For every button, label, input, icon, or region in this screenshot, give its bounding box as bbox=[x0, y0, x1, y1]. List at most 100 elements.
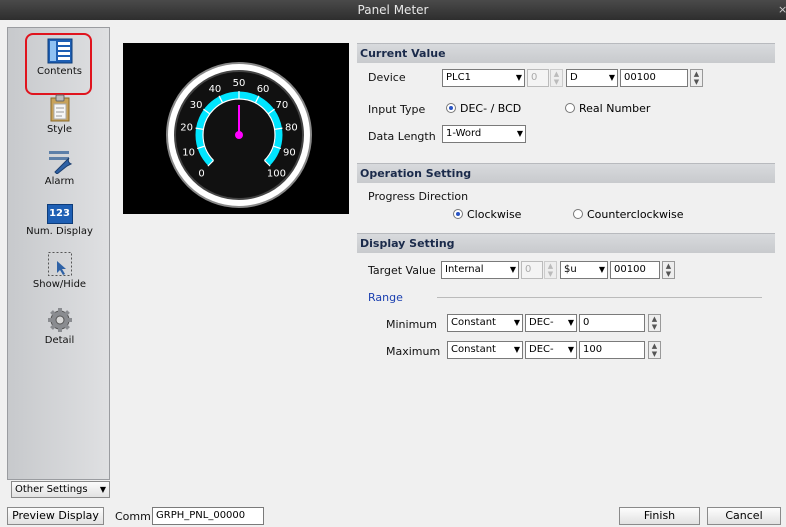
section-header-operation-setting: Operation Setting bbox=[357, 163, 775, 183]
style-icon bbox=[50, 94, 69, 122]
sidebar-item-alarm[interactable]: Alarm bbox=[8, 148, 111, 187]
sidebar-item-show-hide[interactable]: Show/Hide bbox=[8, 251, 111, 290]
device-station-value: 0 bbox=[531, 72, 538, 83]
gauge-tick-label: 70 bbox=[276, 100, 289, 111]
range-label: Range bbox=[368, 291, 403, 304]
chevron-down-icon: ▼ bbox=[515, 73, 522, 82]
panel-meter-preview: 010 20 30 40 50 60 70 80 90 100 bbox=[166, 62, 312, 208]
input-type-real-label: Real Number bbox=[579, 102, 651, 115]
gauge-tick-label: 20 bbox=[180, 123, 193, 134]
section-header-current-value: Current Value bbox=[357, 43, 775, 63]
radio-selected-icon bbox=[446, 103, 456, 113]
data-length-select[interactable]: 1-Word ▼ bbox=[442, 125, 526, 143]
comm-label: Comm bbox=[115, 510, 151, 523]
sidebar-item-label: Num. Display bbox=[26, 226, 93, 237]
device-type-select[interactable]: D ▼ bbox=[566, 69, 618, 87]
minimum-source-value: Constant bbox=[451, 317, 496, 328]
gauge-tick-label: 40 bbox=[209, 84, 222, 95]
other-settings-dropdown[interactable]: Other Settings ▼ bbox=[11, 481, 110, 498]
gauge-tick-label: 100 bbox=[267, 168, 286, 179]
device-type-value: D bbox=[570, 72, 578, 83]
device-address-input[interactable]: 00100 bbox=[620, 69, 688, 87]
input-type-real-radio[interactable]: Real Number bbox=[565, 102, 650, 115]
gauge-hub bbox=[235, 131, 243, 139]
chevron-down-icon: ▼ bbox=[598, 265, 605, 274]
sidebar-item-detail[interactable]: Detail bbox=[8, 307, 111, 346]
gauge-tick-label: 90 bbox=[283, 147, 296, 158]
clockwise-label: Clockwise bbox=[467, 208, 522, 221]
other-settings-label: Other Settings bbox=[15, 484, 88, 495]
sidebar-item-label: Contents bbox=[37, 66, 82, 77]
maximum-label: Maximum bbox=[386, 345, 441, 358]
device-plc-select[interactable]: PLC1 ▼ bbox=[442, 69, 525, 87]
sidebar: Contents Style Alarm 123 Num. Display Sh… bbox=[7, 27, 110, 480]
range-divider bbox=[437, 297, 762, 298]
contents-icon bbox=[47, 38, 72, 64]
target-type-value: $u bbox=[564, 264, 577, 275]
chevron-down-icon: ▼ bbox=[509, 265, 516, 274]
detail-icon bbox=[47, 308, 72, 332]
target-station-value: 0 bbox=[525, 264, 532, 275]
data-length-value: 1-Word bbox=[446, 128, 482, 139]
sidebar-item-contents[interactable]: Contents bbox=[8, 38, 111, 77]
gauge-tick-label: 30 bbox=[190, 100, 203, 111]
target-station-spinner: ▲ ▼ bbox=[544, 261, 557, 279]
alarm-icon bbox=[48, 151, 72, 174]
maximum-value-input[interactable]: 100 bbox=[579, 341, 645, 359]
show-hide-icon bbox=[47, 252, 72, 276]
maximum-format-value: DEC- bbox=[529, 344, 554, 355]
gauge-tick-label: 0 bbox=[198, 168, 204, 179]
target-type-select[interactable]: $u ▼ bbox=[560, 261, 608, 279]
device-station-field: 0 bbox=[527, 69, 549, 87]
target-value-label: Target Value bbox=[368, 264, 436, 277]
target-address-spinner[interactable]: ▲ ▼ bbox=[662, 261, 675, 279]
section-header-display-setting: Display Setting bbox=[357, 233, 775, 253]
minimum-label: Minimum bbox=[386, 318, 437, 331]
input-type-label: Input Type bbox=[368, 103, 426, 116]
radio-selected-icon bbox=[453, 209, 463, 219]
device-address-spinner[interactable]: ▲ ▼ bbox=[690, 69, 703, 87]
sidebar-item-num-display[interactable]: 123 Num. Display bbox=[8, 204, 111, 237]
maximum-value-spinner[interactable]: ▲ ▼ bbox=[648, 341, 661, 359]
title-bar: Panel Meter × bbox=[0, 0, 786, 20]
counterclockwise-radio[interactable]: Counterclockwise bbox=[573, 208, 684, 221]
footer-bar: Preview Display Comm GRPH_PNL_00000 Fini… bbox=[0, 503, 786, 527]
close-icon[interactable]: × bbox=[778, 0, 786, 20]
sidebar-item-style[interactable]: Style bbox=[8, 94, 111, 135]
maximum-format-select[interactable]: DEC- ▼ bbox=[525, 341, 577, 359]
sidebar-item-label: Alarm bbox=[44, 176, 75, 187]
target-source-select[interactable]: Internal ▼ bbox=[441, 261, 519, 279]
data-length-label: Data Length bbox=[368, 130, 436, 143]
clockwise-radio[interactable]: Clockwise bbox=[453, 208, 521, 221]
chevron-down-icon: ▼ bbox=[516, 129, 523, 138]
radio-unselected-icon bbox=[573, 209, 583, 219]
num-display-icon: 123 bbox=[46, 204, 73, 224]
device-station-spinner: ▲ ▼ bbox=[550, 69, 563, 87]
preview-display-button[interactable]: Preview Display bbox=[7, 507, 104, 525]
sidebar-item-label: Detail bbox=[44, 335, 75, 346]
input-type-dec-label: DEC- / BCD bbox=[460, 102, 522, 115]
chevron-down-icon: ▼ bbox=[567, 345, 574, 354]
gauge-tick-label: 50 bbox=[233, 78, 246, 89]
chevron-down-icon: ▼ bbox=[567, 318, 574, 327]
minimum-format-select[interactable]: DEC- ▼ bbox=[525, 314, 577, 332]
chevron-down-icon: ▼ bbox=[513, 318, 520, 327]
radio-unselected-icon bbox=[565, 103, 575, 113]
minimum-source-select[interactable]: Constant ▼ bbox=[447, 314, 523, 332]
comm-input[interactable]: GRPH_PNL_00000 bbox=[152, 507, 264, 525]
input-type-dec-radio[interactable]: DEC- / BCD bbox=[446, 102, 521, 115]
cancel-button[interactable]: Cancel bbox=[707, 507, 781, 525]
minimum-value-spinner[interactable]: ▲ ▼ bbox=[648, 314, 661, 332]
gauge-tick-label: 10 bbox=[182, 147, 195, 158]
gauge-tick-label: 80 bbox=[285, 123, 298, 134]
finish-button[interactable]: Finish bbox=[619, 507, 700, 525]
device-label: Device bbox=[368, 71, 406, 84]
window-title: Panel Meter bbox=[357, 3, 429, 17]
maximum-source-select[interactable]: Constant ▼ bbox=[447, 341, 523, 359]
maximum-source-value: Constant bbox=[451, 344, 496, 355]
target-address-input[interactable]: 00100 bbox=[610, 261, 660, 279]
gauge-tick-label: 60 bbox=[257, 84, 270, 95]
sidebar-item-label: Show/Hide bbox=[32, 279, 87, 290]
target-source-value: Internal bbox=[445, 264, 484, 275]
minimum-value-input[interactable]: 0 bbox=[579, 314, 645, 332]
